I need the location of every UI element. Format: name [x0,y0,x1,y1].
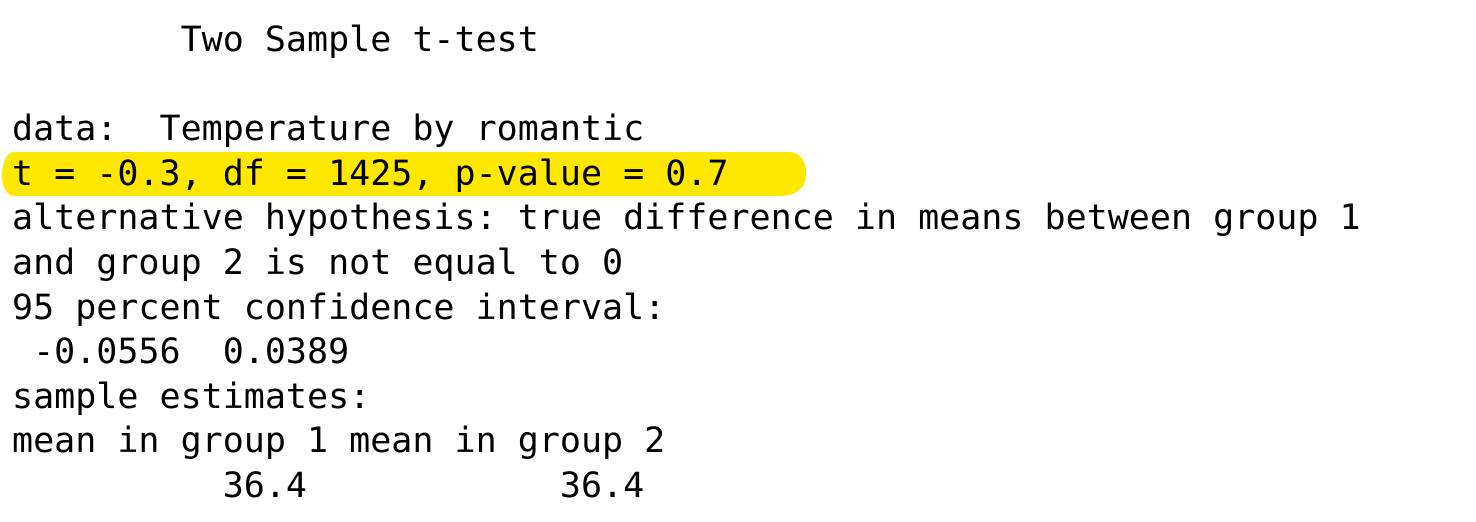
sample-estimates-values: 36.4 36.4 [12,465,645,506]
estimates-values-line: 36.4 36.4 [12,464,1361,509]
alternative-hypothesis-part-1: alternative hypothesis: true difference … [12,198,1361,239]
confidence-interval-values: -0.0556 0.0389 [12,332,350,373]
alternative-hypothesis-part-2: and group 2 is not equal to 0 [12,242,624,283]
stats-line: t = -0.3, df = 1425, p-value = 0.7 [0,151,1361,197]
sample-estimates-header: mean in group 1 mean in group 2 [12,421,666,462]
estimates-header-line: mean in group 1 mean in group 2 [12,419,1361,464]
console-output: Two Sample t-test data: Temperature by r… [0,18,1361,509]
confidence-interval-label: 95 percent confidence interval: [12,287,666,328]
estimates-label-line: sample estimates: [12,375,1361,420]
test-title: Two Sample t-test [12,20,539,60]
alternative-line-2: and group 2 is not equal to 0 [12,241,1361,286]
data-line: data: Temperature by romantic [12,107,1361,152]
test-title-line: Two Sample t-test [12,18,1361,63]
test-statistics: t = -0.3, df = 1425, p-value = 0.7 [12,153,729,194]
alternative-line-1: alternative hypothesis: true difference … [12,196,1361,241]
data-description: data: Temperature by romantic [12,109,645,150]
ci-label-line: 95 percent confidence interval: [12,286,1361,331]
ci-values-line: -0.0556 0.0389 [12,330,1361,375]
sample-estimates-label: sample estimates: [12,376,371,417]
